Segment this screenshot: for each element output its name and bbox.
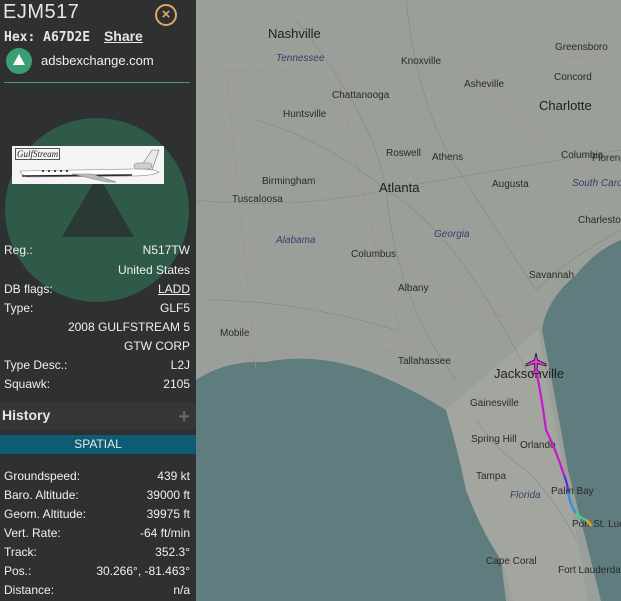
info-row-label: Reg.: <box>4 243 33 257</box>
aircraft-info-row: Reg.: N517TW <box>4 243 190 262</box>
spatial-label: Vert. Rate: <box>4 526 61 540</box>
close-icon[interactable]: × <box>162 6 171 23</box>
share-link[interactable]: Share <box>104 28 143 44</box>
spatial-row: Track: 352.3° <box>4 545 190 564</box>
adsbexchange-site-label[interactable]: adsbexchange.com <box>41 53 154 68</box>
db-flags-link[interactable]: LADD <box>158 282 190 296</box>
spatial-label: Geom. Altitude: <box>4 507 87 521</box>
spatial-row: Baro. Altitude: 39000 ft <box>4 488 190 507</box>
spatial-label: Baro. Altitude: <box>4 488 79 502</box>
hex-code: A67D2E <box>43 30 91 45</box>
aircraft-info-row: Type: GLF5 <box>4 301 190 320</box>
spatial-label: Pos.: <box>4 564 32 578</box>
aircraft-info-row: Type Desc.: L2J <box>4 358 190 377</box>
info-row-value: N517TW <box>142 243 190 257</box>
divider <box>4 82 190 83</box>
info-row-label: Type: <box>4 301 34 315</box>
spatial-row: Geom. Altitude: 39975 ft <box>4 507 190 526</box>
aircraft-photo[interactable]: GulfStream <box>12 146 164 184</box>
adsbexchange-logo-icon <box>6 48 32 74</box>
history-section-toggle[interactable]: History + <box>0 402 196 430</box>
spatial-value: n/a <box>173 583 190 597</box>
spatial-label: Groundspeed: <box>4 469 81 483</box>
spatial-value: 30.266°, -81.463° <box>96 564 190 578</box>
hex-line: Hex: A67D2E Share <box>4 28 143 45</box>
aircraft-info-row: GTW CORP <box>4 339 190 358</box>
spatial-value: 439 kt <box>157 469 190 483</box>
spatial-label: Track: <box>4 545 37 559</box>
flight-track <box>534 369 593 527</box>
info-panel: EJM517 × Hex: A67D2E Share adsbexchange.… <box>0 0 196 601</box>
info-row-label: Squawk: <box>4 377 51 391</box>
spatial-value: 39000 ft <box>146 488 190 502</box>
spatial-section-header: SPATIAL <box>0 435 196 454</box>
info-row-value: GTW CORP <box>124 339 190 353</box>
plane-icon[interactable] <box>524 352 548 376</box>
spatial-value: -64 ft/min <box>139 526 190 540</box>
spatial-value: 39975 ft <box>146 507 190 521</box>
map-view[interactable]: Nashville Knoxville Greensboro Asheville Con… <box>196 0 621 601</box>
history-title: History <box>2 407 51 423</box>
aircraft-info-row: DB flags: LADD <box>4 282 190 301</box>
spatial-value: 352.3° <box>155 545 190 559</box>
hex-label: Hex: <box>4 30 36 45</box>
close-button[interactable]: × <box>155 4 177 26</box>
spatial-row: Pos.: 30.266°, -81.463° <box>4 564 190 583</box>
callsign-title: EJM517 <box>3 1 80 23</box>
aircraft-info-row: 2008 GULFSTREAM 5 <box>4 320 190 339</box>
plus-icon[interactable]: + <box>178 406 190 429</box>
spatial-label: Distance: <box>4 583 55 597</box>
spatial-row: Groundspeed: 439 kt <box>4 469 190 488</box>
info-row-value: 2105 <box>163 377 190 391</box>
info-row-value: L2J <box>170 358 190 372</box>
aircraft-info-row: Squawk: 2105 <box>4 377 190 396</box>
spatial-row: Vert. Rate: -64 ft/min <box>4 526 190 545</box>
info-row-label: DB flags: <box>4 282 53 296</box>
aircraft-info-row: United States <box>4 263 190 282</box>
spatial-row: Distance: n/a <box>4 583 190 601</box>
info-row-value: GLF5 <box>159 301 190 315</box>
info-row-value: 2008 GULFSTREAM 5 <box>67 320 190 334</box>
info-row-label: Type Desc.: <box>4 358 68 372</box>
info-row-value: United States <box>117 263 190 277</box>
